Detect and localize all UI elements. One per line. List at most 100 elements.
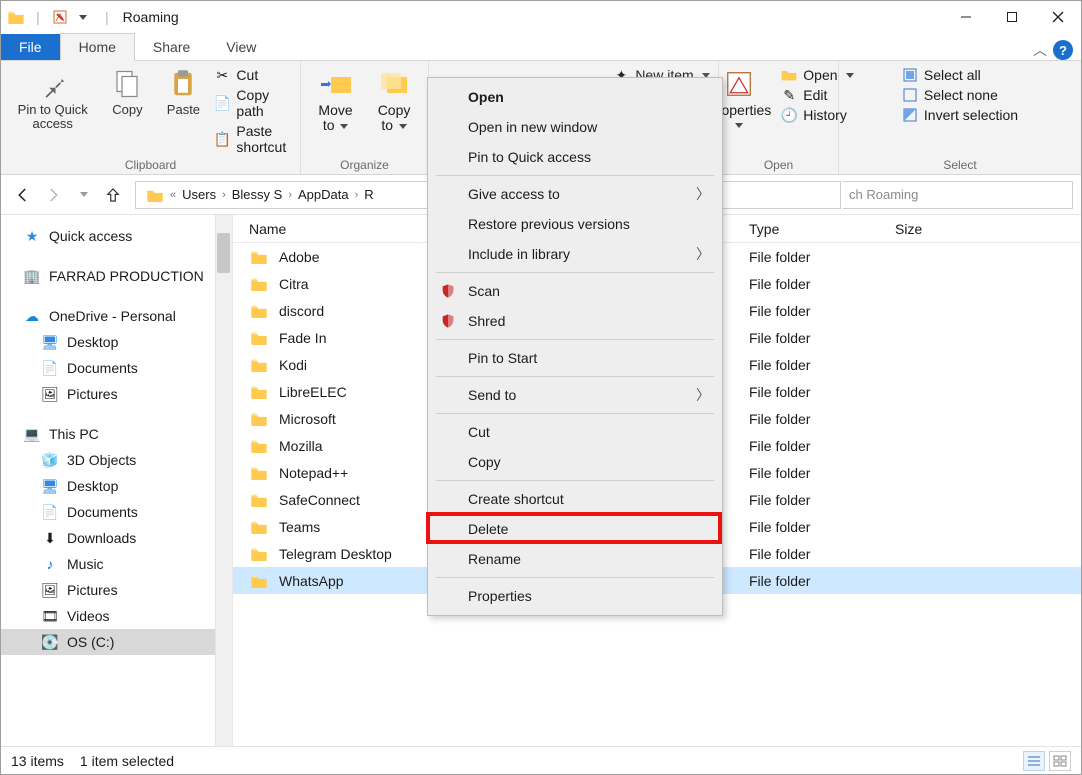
ctx-restore-versions[interactable]: Restore previous versions <box>430 209 720 239</box>
maximize-button[interactable] <box>989 1 1035 33</box>
col-size[interactable]: Size <box>895 221 1081 237</box>
recent-locations-button[interactable] <box>69 181 97 209</box>
ctx-cut[interactable]: Cut <box>430 417 720 447</box>
select-all-button[interactable]: Select all <box>902 67 1018 83</box>
file-tab[interactable]: File <box>1 34 60 60</box>
ctx-pin-start[interactable]: Pin to Start <box>430 343 720 373</box>
select-none-button[interactable]: Select none <box>902 87 1018 103</box>
file-type: File folder <box>749 519 895 535</box>
ctx-rename[interactable]: Rename <box>430 544 720 574</box>
minimize-button[interactable] <box>943 1 989 33</box>
ctx-delete[interactable]: Delete <box>430 514 720 544</box>
ctx-scan[interactable]: Scan <box>430 276 720 306</box>
forward-button[interactable] <box>39 181 67 209</box>
file-type: File folder <box>749 465 895 481</box>
help-icon[interactable]: ? <box>1053 40 1073 60</box>
invert-selection-icon <box>902 107 918 123</box>
copy-button[interactable]: Copy <box>102 65 152 119</box>
collapse-ribbon-icon[interactable]: ︿ <box>1033 40 1047 60</box>
file-type: File folder <box>749 492 895 508</box>
paste-button[interactable]: Paste <box>158 65 208 119</box>
crumb-appdata[interactable]: AppData <box>292 187 355 202</box>
qat-separator-icon: | <box>29 8 47 26</box>
folder-icon <box>249 328 269 348</box>
copy-path-button[interactable]: 📄Copy path <box>214 87 292 119</box>
thumbnails-view-button[interactable] <box>1049 751 1071 771</box>
folder-icon <box>249 274 269 294</box>
nav-downloads[interactable]: ⬇Downloads <box>1 525 232 551</box>
folder-icon <box>249 355 269 375</box>
home-tab[interactable]: Home <box>60 33 135 61</box>
share-tab[interactable]: Share <box>135 34 208 60</box>
move-to-button[interactable]: Move to <box>309 65 362 135</box>
nav-scrollbar[interactable] <box>215 215 232 746</box>
details-view-button[interactable] <box>1023 751 1045 771</box>
group-select: Select all Select none Invert selection … <box>839 61 1081 174</box>
nav-desktop[interactable]: 🖥Desktop <box>1 329 232 355</box>
nav-music[interactable]: ♪Music <box>1 551 232 577</box>
ctx-shred[interactable]: Shred <box>430 306 720 336</box>
nav-onedrive[interactable]: ☁OneDrive - Personal <box>1 303 232 329</box>
monitor-icon: 🖥 <box>41 477 59 495</box>
file-type: File folder <box>749 573 895 589</box>
pin-quick-access-button[interactable]: Pin to Quick access <box>9 65 96 133</box>
qat-separator: | <box>105 9 109 25</box>
crumb-user[interactable]: Blessy S <box>226 187 289 202</box>
ctx-create-shortcut[interactable]: Create shortcut <box>430 484 720 514</box>
nav-3d-objects[interactable]: 🧊3D Objects <box>1 447 232 473</box>
crumb-current[interactable]: R <box>358 187 379 202</box>
nav-videos[interactable]: 🎞Videos <box>1 603 232 629</box>
paste-shortcut-button[interactable]: 📋Paste shortcut <box>214 123 292 155</box>
cut-button[interactable]: ✂Cut <box>214 67 292 83</box>
up-button[interactable] <box>99 181 127 209</box>
shield-shred-icon <box>438 311 458 331</box>
ctx-open[interactable]: Open <box>430 82 720 112</box>
ctx-include-library[interactable]: Include in library〉 <box>430 239 720 269</box>
file-type: File folder <box>749 384 895 400</box>
back-button[interactable] <box>9 181 37 209</box>
context-menu: Open Open in new window Pin to Quick acc… <box>427 77 723 616</box>
copy-path-icon: 📄 <box>214 95 230 111</box>
file-type: File folder <box>749 330 895 346</box>
ctx-properties[interactable]: Properties <box>430 581 720 611</box>
nav-os-c[interactable]: 💽OS (C:) <box>1 629 232 655</box>
crumb-users[interactable]: Users <box>176 187 222 202</box>
pc-icon: 💻 <box>23 425 41 443</box>
window-title: Roaming <box>123 9 179 25</box>
cube-icon: 🧊 <box>41 451 59 469</box>
qat-properties-icon[interactable] <box>51 8 69 26</box>
folder-icon <box>249 301 269 321</box>
nav-this-pc[interactable]: 💻This PC <box>1 421 232 447</box>
ctx-give-access[interactable]: Give access to〉 <box>430 179 720 209</box>
folder-icon <box>249 436 269 456</box>
close-button[interactable] <box>1035 1 1081 33</box>
nav-pictures2[interactable]: 🖼Pictures <box>1 577 232 603</box>
folder-icon <box>249 517 269 537</box>
nav-documents2[interactable]: 📄Documents <box>1 499 232 525</box>
view-tab[interactable]: View <box>208 34 274 60</box>
app-folder-icon <box>7 8 25 26</box>
nav-quick-access[interactable]: ★Quick access <box>1 223 232 249</box>
title-bar: | | Roaming <box>1 1 1081 33</box>
ctx-open-new-window[interactable]: Open in new window <box>430 112 720 142</box>
nav-documents[interactable]: 📄Documents <box>1 355 232 381</box>
ctx-send-to[interactable]: Send to〉 <box>430 380 720 410</box>
ctx-pin-quick-access[interactable]: Pin to Quick access <box>430 142 720 172</box>
scissors-icon: ✂ <box>214 67 230 83</box>
folder-icon <box>249 490 269 510</box>
qat-dropdown-icon[interactable] <box>73 8 91 26</box>
ctx-copy[interactable]: Copy <box>430 447 720 477</box>
nav-farrad[interactable]: 🏢FARRAD PRODUCTION <box>1 263 232 289</box>
file-type: File folder <box>749 411 895 427</box>
search-input[interactable]: ch Roaming <box>843 181 1073 209</box>
copy-to-button[interactable]: Copy to <box>368 65 420 135</box>
nav-desktop2[interactable]: 🖥Desktop <box>1 473 232 499</box>
file-type: File folder <box>749 249 895 265</box>
invert-selection-button[interactable]: Invert selection <box>902 107 1018 123</box>
open-folder-icon <box>781 67 797 83</box>
nav-pictures[interactable]: 🖼Pictures <box>1 381 232 407</box>
download-icon: ⬇ <box>41 529 59 547</box>
shield-scan-icon <box>438 281 458 301</box>
col-type[interactable]: Type <box>749 221 895 237</box>
file-type: File folder <box>749 276 895 292</box>
